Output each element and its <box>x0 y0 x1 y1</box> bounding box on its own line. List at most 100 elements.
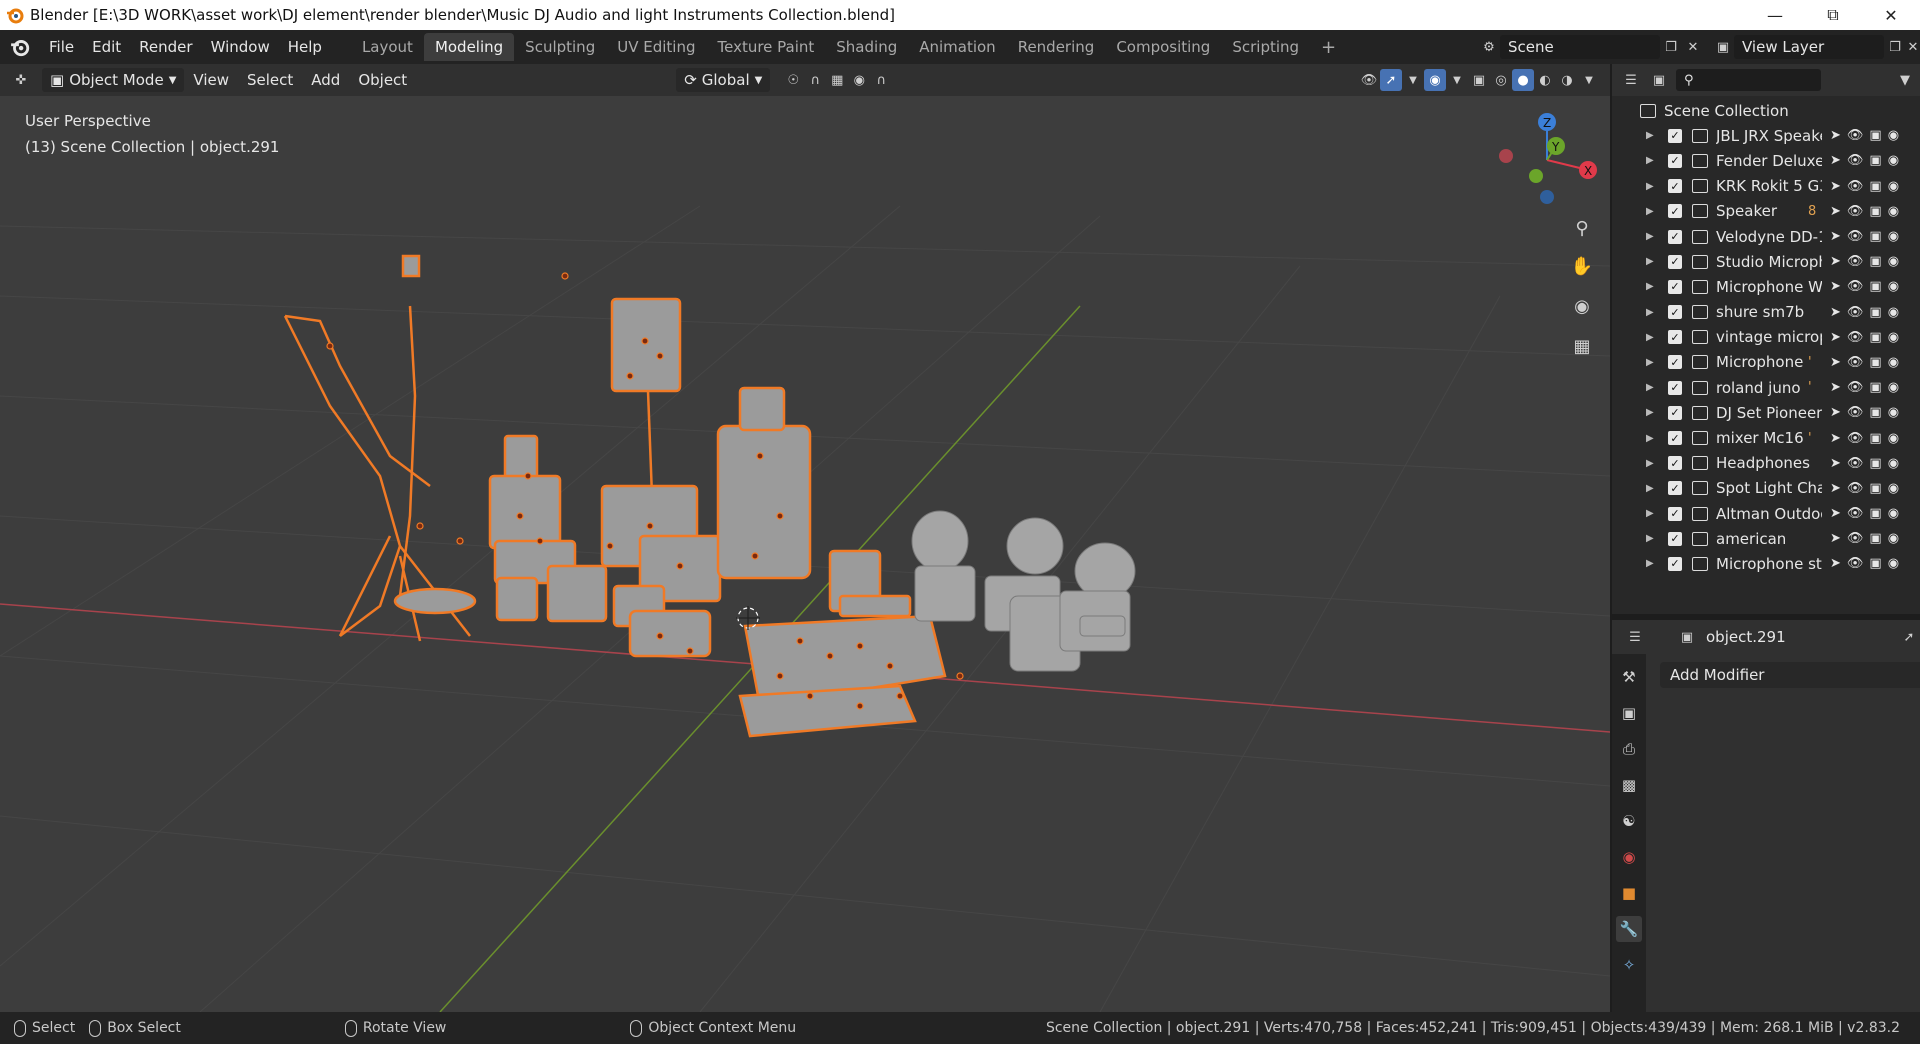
render-camera-icon[interactable]: ◉ <box>1888 179 1899 194</box>
overlays-toggle-icon[interactable]: ◉ <box>1424 69 1446 91</box>
selectable-arrow-icon[interactable]: ➤ <box>1830 204 1841 219</box>
outliner[interactable]: Scene Collection ▶ ✓ JBL JRX Speaker ➤ 👁 ▣ ◉ ▶ ✓… <box>1612 96 1920 614</box>
render-camera-icon[interactable]: ◉ <box>1888 153 1899 168</box>
outliner-item[interactable]: ▶ ✓ mixer Mc16 ' ➤ 👁 ▣ ◉ <box>1612 425 1920 450</box>
render-camera-icon[interactable]: ◉ <box>1888 405 1899 420</box>
output-icon[interactable]: ⎙ <box>1616 736 1642 762</box>
render-camera-icon[interactable]: ◉ <box>1888 456 1899 471</box>
chevron-down-icon[interactable]: ▼ <box>1446 69 1468 91</box>
snap-target-icon[interactable]: ▦ <box>826 69 848 91</box>
render-camera-icon[interactable]: ◉ <box>1888 531 1899 546</box>
selectable-arrow-icon[interactable]: ➤ <box>1830 481 1841 496</box>
render-camera-icon[interactable]: ◉ <box>1888 229 1899 244</box>
viewport-monitor-icon[interactable]: ▣ <box>1869 531 1881 546</box>
exclude-checkbox[interactable]: ✓ <box>1668 481 1682 496</box>
render-camera-icon[interactable]: ◉ <box>1888 204 1899 219</box>
viewport-monitor-icon[interactable]: ▣ <box>1869 506 1881 521</box>
viewport-monitor-icon[interactable]: ▣ <box>1869 204 1881 219</box>
selectable-arrow-icon[interactable]: ➤ <box>1830 355 1841 370</box>
neg-y-axis-handle[interactable] <box>1529 169 1543 183</box>
render-camera-icon[interactable]: ◉ <box>1888 128 1899 143</box>
exclude-checkbox[interactable]: ✓ <box>1668 456 1682 471</box>
render-icon[interactable]: ▣ <box>1616 700 1642 726</box>
exclude-checkbox[interactable]: ✓ <box>1668 531 1682 546</box>
visibility-eye-icon[interactable]: 👁 <box>1847 531 1864 546</box>
menu-help[interactable]: Help <box>279 38 331 56</box>
add-modifier-dropdown[interactable]: Add Modifier <box>1660 662 1920 688</box>
render-camera-icon[interactable]: ◉ <box>1888 556 1899 571</box>
expand-arrow-icon[interactable]: ▶ <box>1646 155 1660 166</box>
world-icon[interactable]: ◉ <box>1616 844 1642 870</box>
rendered-shading-icon[interactable]: ◑ <box>1556 69 1578 91</box>
object-icon[interactable]: ■ <box>1616 880 1642 906</box>
exclude-checkbox[interactable]: ✓ <box>1668 431 1682 446</box>
outliner-item[interactable]: ▶ ✓ Headphones ➤ 👁 ▣ ◉ <box>1612 451 1920 476</box>
outliner-item[interactable]: ▶ ✓ Speaker 8 ➤ 👁 ▣ ◉ <box>1612 199 1920 224</box>
menu-file[interactable]: File <box>40 38 83 56</box>
viewport-monitor-icon[interactable]: ▣ <box>1869 556 1881 571</box>
wireframe-shading-icon[interactable]: ◎ <box>1490 69 1512 91</box>
expand-arrow-icon[interactable]: ▶ <box>1646 281 1660 292</box>
tab-texture-paint[interactable]: Texture Paint <box>706 33 825 61</box>
outliner-root[interactable]: Scene Collection <box>1612 98 1920 123</box>
view-layer-selector-icon[interactable]: ▣ <box>1712 36 1734 58</box>
expand-arrow-icon[interactable]: ▶ <box>1646 433 1660 444</box>
outliner-item[interactable]: ▶ ✓ DJ Set Pioneer bl ➤ 👁 ▣ ◉ <box>1612 400 1920 425</box>
viewport-monitor-icon[interactable]: ▣ <box>1869 229 1881 244</box>
selectable-arrow-icon[interactable]: ➤ <box>1830 431 1841 446</box>
pin-icon[interactable]: ➚ <box>1898 626 1920 648</box>
visibility-eye-icon[interactable]: 👁 <box>1847 355 1864 370</box>
viewport-monitor-icon[interactable]: ▣ <box>1869 355 1881 370</box>
exclude-checkbox[interactable]: ✓ <box>1668 153 1682 168</box>
visibility-eye-icon[interactable]: 👁 <box>1847 556 1864 571</box>
viewport-monitor-icon[interactable]: ▣ <box>1869 179 1881 194</box>
render-camera-icon[interactable]: ◉ <box>1888 380 1899 395</box>
filter-icon[interactable]: ▼ <box>1894 69 1916 91</box>
expand-arrow-icon[interactable]: ▶ <box>1646 307 1660 318</box>
render-camera-icon[interactable]: ◉ <box>1888 481 1899 496</box>
outliner-item[interactable]: ▶ ✓ Velodyne DD-18 ➤ 👁 ▣ ◉ <box>1612 224 1920 249</box>
exclude-checkbox[interactable]: ✓ <box>1668 380 1682 395</box>
3d-viewport[interactable]: User Perspective (13) Scene Collection |… <box>0 96 1610 1012</box>
xray-toggle-icon[interactable]: ▣ <box>1468 69 1490 91</box>
exclude-checkbox[interactable]: ✓ <box>1668 279 1682 294</box>
outliner-item[interactable]: ▶ ✓ american ➤ 👁 ▣ ◉ <box>1612 526 1920 551</box>
selectable-arrow-icon[interactable]: ➤ <box>1830 556 1841 571</box>
selectable-arrow-icon[interactable]: ➤ <box>1830 128 1841 143</box>
neg-x-axis-handle[interactable] <box>1499 149 1513 163</box>
scene-selector-icon[interactable]: ⚙ <box>1478 36 1500 58</box>
viewport-monitor-icon[interactable]: ▣ <box>1869 330 1881 345</box>
exclude-checkbox[interactable]: ✓ <box>1668 204 1682 219</box>
falloff-curve-icon[interactable]: ∩ <box>870 69 892 91</box>
outliner-item[interactable]: ▶ ✓ vintage microph ➤ 👁 ▣ ◉ <box>1612 325 1920 350</box>
expand-arrow-icon[interactable]: ▶ <box>1646 382 1660 393</box>
expand-arrow-icon[interactable]: ▶ <box>1646 130 1660 141</box>
exclude-checkbox[interactable]: ✓ <box>1668 128 1682 143</box>
visibility-eye-icon[interactable]: 👁 <box>1847 279 1864 294</box>
render-camera-icon[interactable]: ◉ <box>1888 330 1899 345</box>
add-menu[interactable]: Add <box>302 68 349 92</box>
view-menu[interactable]: View <box>184 68 238 92</box>
new-view-layer-icon[interactable]: ❐ <box>1884 36 1906 58</box>
menu-edit[interactable]: Edit <box>83 38 130 56</box>
close-icon[interactable]: ✕ <box>1862 0 1920 30</box>
modifier-icon[interactable]: 🔧 <box>1616 916 1642 942</box>
outliner-item[interactable]: ▶ ✓ shure sm7b ➤ 👁 ▣ ◉ <box>1612 300 1920 325</box>
selectable-arrow-icon[interactable]: ➤ <box>1830 330 1841 345</box>
selectable-arrow-icon[interactable]: ➤ <box>1830 279 1841 294</box>
visibility-eye-icon[interactable]: 👁 <box>1847 204 1864 219</box>
exclude-checkbox[interactable]: ✓ <box>1668 330 1682 345</box>
scene-spotlights[interactable] <box>911 510 1136 672</box>
material-preview-icon[interactable]: ◐ <box>1534 69 1556 91</box>
viewport-monitor-icon[interactable]: ▣ <box>1869 456 1881 471</box>
tab-compositing[interactable]: Compositing <box>1105 33 1221 61</box>
viewport-monitor-icon[interactable]: ▣ <box>1869 405 1881 420</box>
outliner-item[interactable]: ▶ ✓ Studio Microphone ➤ 👁 ▣ ◉ <box>1612 249 1920 274</box>
pivot-point-icon[interactable]: ☉ <box>782 69 804 91</box>
outliner-item[interactable]: ▶ ✓ Microphone ' ➤ 👁 ▣ ◉ <box>1612 350 1920 375</box>
exclude-checkbox[interactable]: ✓ <box>1668 405 1682 420</box>
visibility-eye-icon[interactable]: 👁 <box>1847 456 1864 471</box>
camera-view-icon[interactable]: ◉ <box>1566 290 1598 322</box>
visibility-eye-icon[interactable]: 👁 <box>1847 380 1864 395</box>
viewport-monitor-icon[interactable]: ▣ <box>1869 431 1881 446</box>
